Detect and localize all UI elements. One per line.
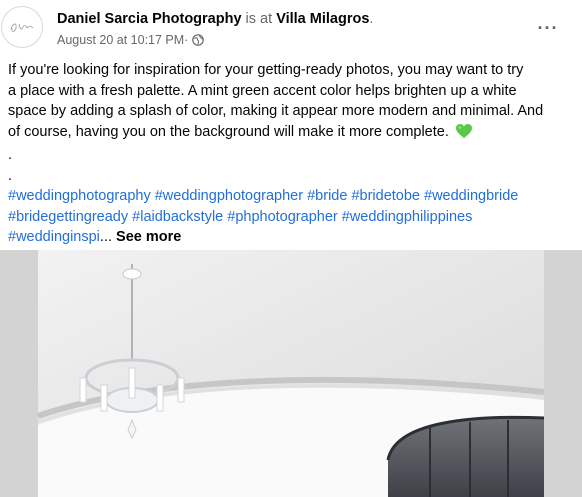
post-meta: August 20 at 10:17 PM ·: [57, 33, 205, 47]
green-heart-icon: [455, 123, 473, 146]
see-more-button[interactable]: See more: [116, 229, 181, 245]
author-line: Daniel Sarcia Photography is at Villa Mi…: [57, 11, 373, 27]
author-name[interactable]: Daniel Sarcia Photography: [57, 11, 242, 27]
hashtag-link[interactable]: #bridetobe: [351, 188, 420, 204]
hashtags-line-1: #weddingphotography #weddingphotographer…: [8, 186, 580, 207]
hashtags-line-3: #weddinginspi... See more: [8, 227, 580, 248]
signature-logo: [10, 23, 34, 32]
ellipsis: ...: [99, 229, 112, 245]
hashtag-link[interactable]: #laidbackstyle: [132, 209, 223, 225]
text-line: of course, having you on the background …: [8, 123, 449, 140]
dot-line: .: [8, 147, 13, 163]
post-header: Daniel Sarcia Photography is at Villa Mi…: [0, 0, 582, 56]
more-options-icon[interactable]: ···: [534, 17, 562, 39]
text-line-last: of course, having you on the background …: [8, 122, 580, 146]
hashtag-link[interactable]: #weddingbride: [424, 188, 518, 204]
hashtag-link[interactable]: #weddingphotographer: [155, 188, 303, 204]
hashtag-link[interactable]: #phphotographer: [227, 209, 337, 225]
hashtag-link[interactable]: #weddinginspi: [8, 229, 100, 245]
post-timestamp[interactable]: August 20 at 10:17 PM: [57, 33, 184, 47]
avatar[interactable]: [1, 6, 43, 48]
post-text: If you're looking for inspiration for yo…: [8, 60, 580, 248]
is-at-text: is at: [241, 11, 277, 27]
location-link[interactable]: Villa Milagros: [276, 11, 369, 27]
hashtag-link[interactable]: #bridegettingready: [8, 209, 128, 225]
text-line: a place with a fresh palette. A mint gre…: [8, 82, 517, 99]
post-photo[interactable]: [0, 250, 582, 497]
hashtag-link[interactable]: #weddingphotography: [8, 188, 151, 204]
text-line: space by adding a splash of color, makin…: [8, 103, 544, 119]
text-line: If you're looking for inspiration for yo…: [8, 62, 524, 78]
hashtag-link[interactable]: #bride: [307, 188, 347, 204]
dot-line: .: [8, 167, 13, 184]
hashtags-line-2: #bridegettingready #laidbackstyle #phpho…: [8, 207, 580, 228]
globe-icon: [192, 34, 205, 46]
hashtag-link[interactable]: #weddingphilippines: [342, 209, 473, 225]
photo-illustration: [0, 250, 582, 497]
meta-separator: ·: [184, 33, 189, 47]
period-text: .: [369, 11, 374, 27]
